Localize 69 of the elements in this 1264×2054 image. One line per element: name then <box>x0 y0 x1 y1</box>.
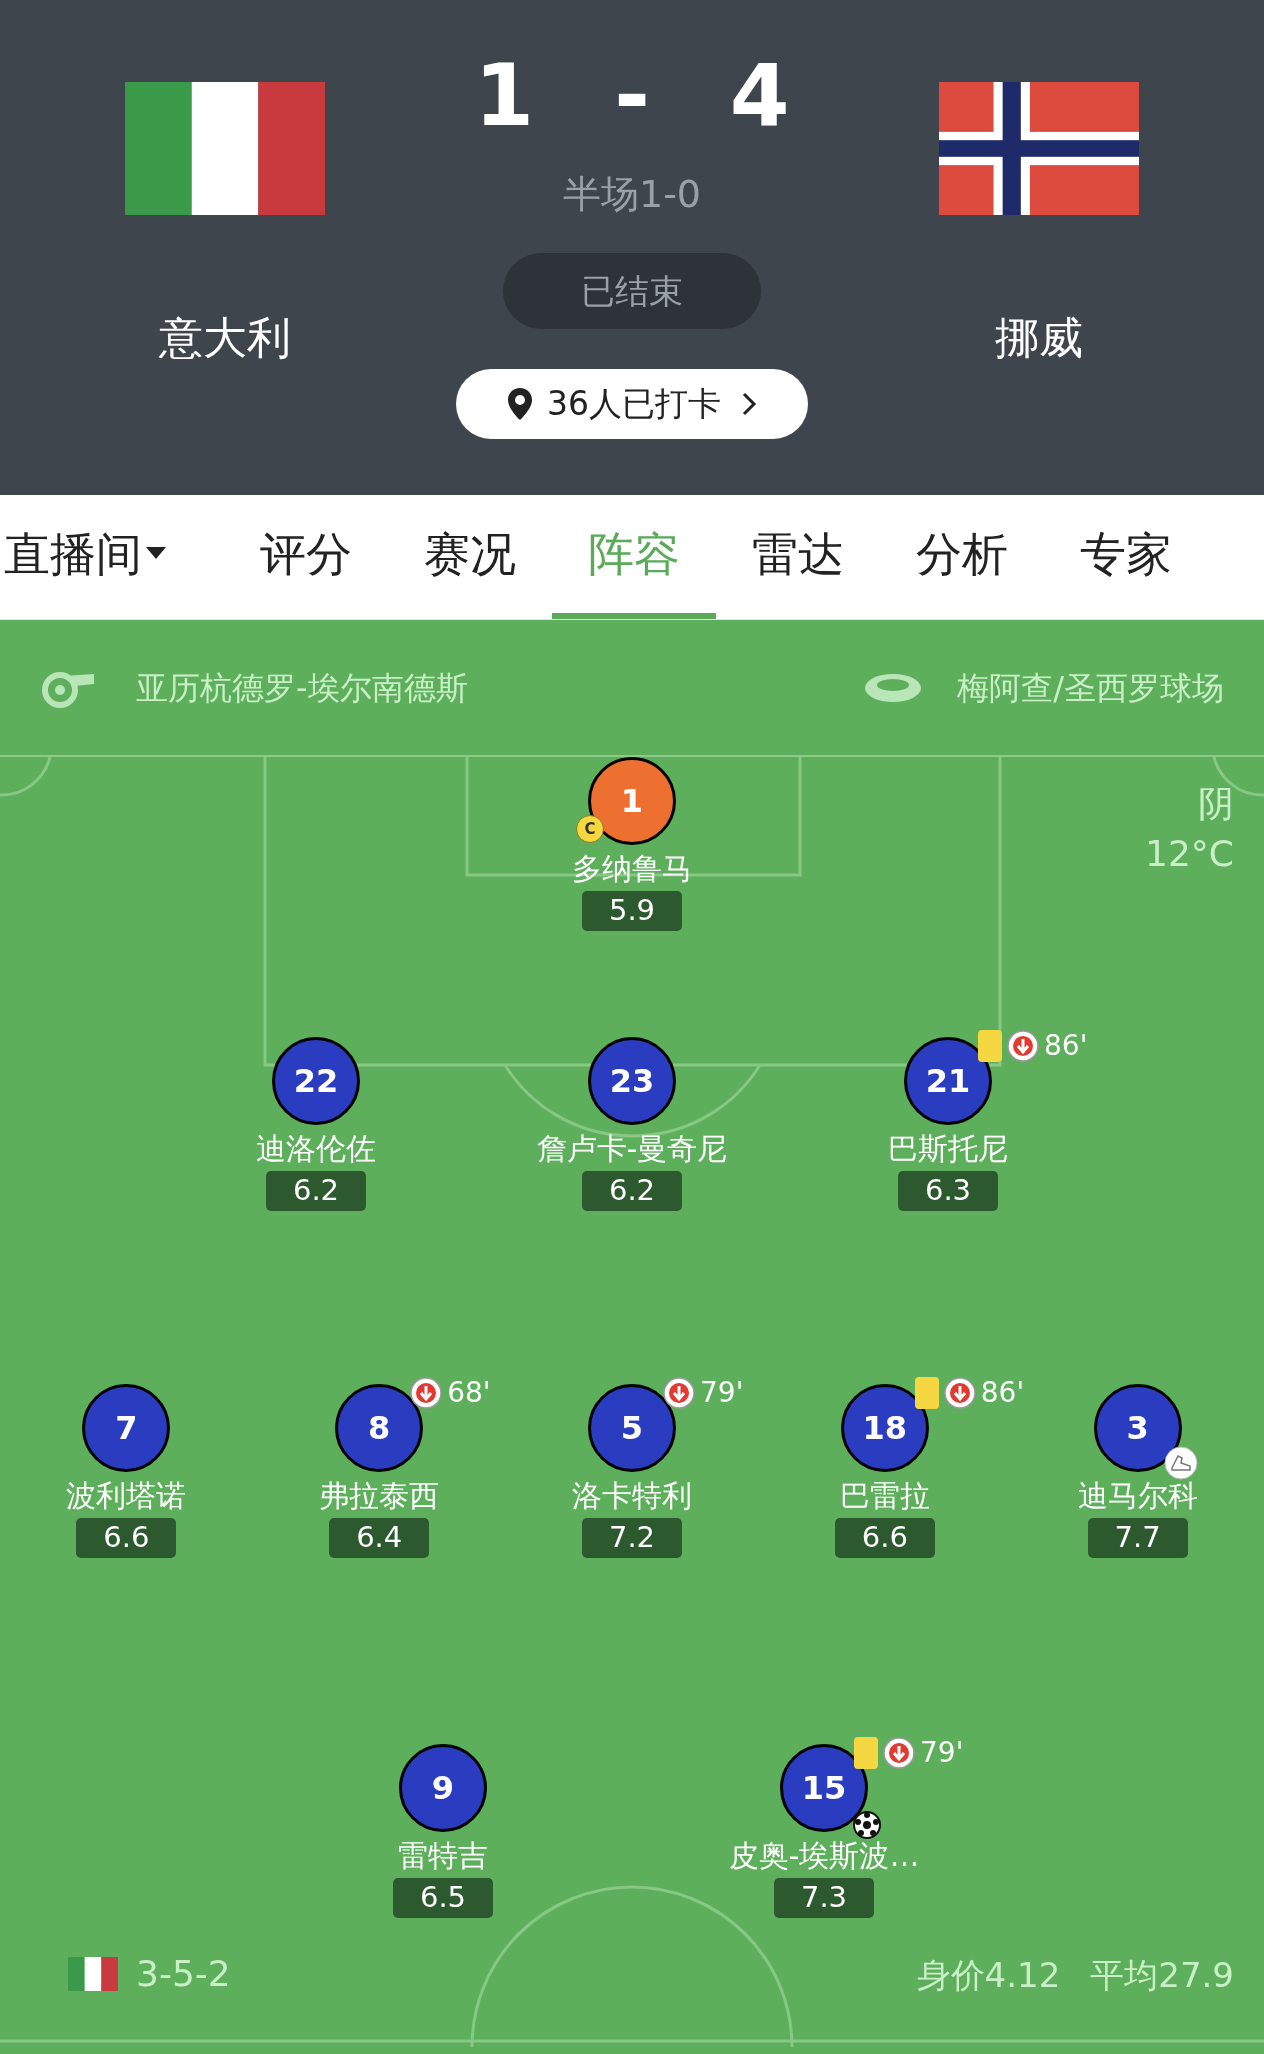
player-number[interactable]: 21 <box>904 1037 992 1125</box>
norway-flag-icon <box>939 82 1139 215</box>
player-rating: 6.2 <box>266 1171 366 1211</box>
tab[interactable]: 直播间 <box>0 495 224 619</box>
location-pin-icon <box>507 387 533 421</box>
player-name: 弗拉泰西 <box>319 1477 440 1515</box>
player-name: 巴雷拉 <box>839 1477 930 1515</box>
player-number[interactable]: 23 <box>588 1037 676 1125</box>
player-rating: 6.3 <box>898 1171 998 1211</box>
player-name: 巴斯托尼 <box>888 1130 1008 1168</box>
tab[interactable]: 赛况 <box>388 495 552 619</box>
player-rating: 5.9 <box>582 891 682 931</box>
player-rating: 6.6 <box>76 1518 177 1558</box>
score-separator: - <box>614 52 650 138</box>
player-name: 多纳鲁马 <box>572 850 692 888</box>
substitution-minute: 86' <box>1044 1032 1088 1060</box>
player-number[interactable]: 3 <box>1093 1384 1182 1472</box>
player-number[interactable]: 8 <box>335 1384 424 1472</box>
weather: 阴 <box>1198 782 1234 826</box>
temperature: 12°C <box>1145 832 1234 876</box>
player-number[interactable]: 5 <box>588 1384 676 1472</box>
italy-flag-icon <box>68 1957 118 1991</box>
player-rating: 6.4 <box>329 1518 430 1558</box>
chevron-right-icon <box>741 391 757 417</box>
substitution-minute: 79' <box>700 1379 744 1407</box>
player-name: 波利塔诺 <box>66 1477 187 1515</box>
substitution-minute: 68' <box>447 1379 491 1407</box>
player-name: 洛卡特利 <box>572 1477 692 1515</box>
player-rating: 7.2 <box>582 1518 682 1558</box>
tab[interactable]: 分析 <box>880 495 1044 619</box>
captain-badge: C <box>576 815 604 843</box>
player-name: 詹卢卡-曼奇尼 <box>536 1130 728 1168</box>
referee-name: 亚历杭德罗-埃尔南德斯 <box>136 667 468 709</box>
player-rating: 6.5 <box>393 1878 493 1918</box>
home-team-name: 意大利 <box>159 311 291 365</box>
player-name: 迪洛伦佐 <box>256 1130 376 1168</box>
substitution-out-icon <box>882 1736 916 1770</box>
player-number[interactable]: 9 <box>399 1744 487 1832</box>
tab[interactable]: 评分 <box>224 495 388 619</box>
player-number[interactable]: 18 <box>840 1384 929 1472</box>
formation: 3-5-2 <box>136 1952 231 1996</box>
tab[interactable]: 雷达 <box>716 495 880 619</box>
player-number[interactable]: 22 <box>272 1037 360 1125</box>
player-rating: 6.6 <box>834 1518 935 1558</box>
substitution-out-icon <box>409 1376 444 1410</box>
player-number[interactable]: 15 <box>780 1744 868 1832</box>
average-age: 平均27.9 <box>1090 1954 1234 1997</box>
away-team-name: 挪威 <box>995 311 1083 365</box>
player-rating: 6.2 <box>582 1171 682 1211</box>
player-name: 雷特吉 <box>398 1837 488 1875</box>
italy-flag-icon <box>125 82 325 215</box>
player-name: 迪马尔科 <box>1077 1477 1198 1515</box>
substitution-out-icon <box>1006 1029 1040 1063</box>
player-rating: 7.7 <box>1087 1518 1188 1558</box>
match-status: 已结束 <box>503 253 761 329</box>
stadium-name: 梅阿查/圣西罗球场 <box>957 667 1224 709</box>
tab[interactable]: 专家 <box>1044 495 1208 619</box>
market-value: 身价4.12 <box>916 1954 1061 1997</box>
substitution-minute: 79' <box>920 1739 964 1767</box>
home-score: 1 <box>474 52 535 138</box>
player-rating: 7.3 <box>774 1878 874 1918</box>
substitution-minute: 86' <box>980 1379 1025 1407</box>
player-number[interactable]: 7 <box>82 1384 171 1472</box>
checkin-button[interactable]: 36人已打卡 <box>456 369 808 439</box>
half-time-score: 半场1-0 <box>562 171 702 218</box>
substitution-out-icon <box>662 1376 696 1410</box>
substitution-out-icon <box>942 1376 977 1410</box>
player-name: 皮奥-埃斯波… <box>728 1837 920 1875</box>
away-score: 4 <box>729 52 790 138</box>
